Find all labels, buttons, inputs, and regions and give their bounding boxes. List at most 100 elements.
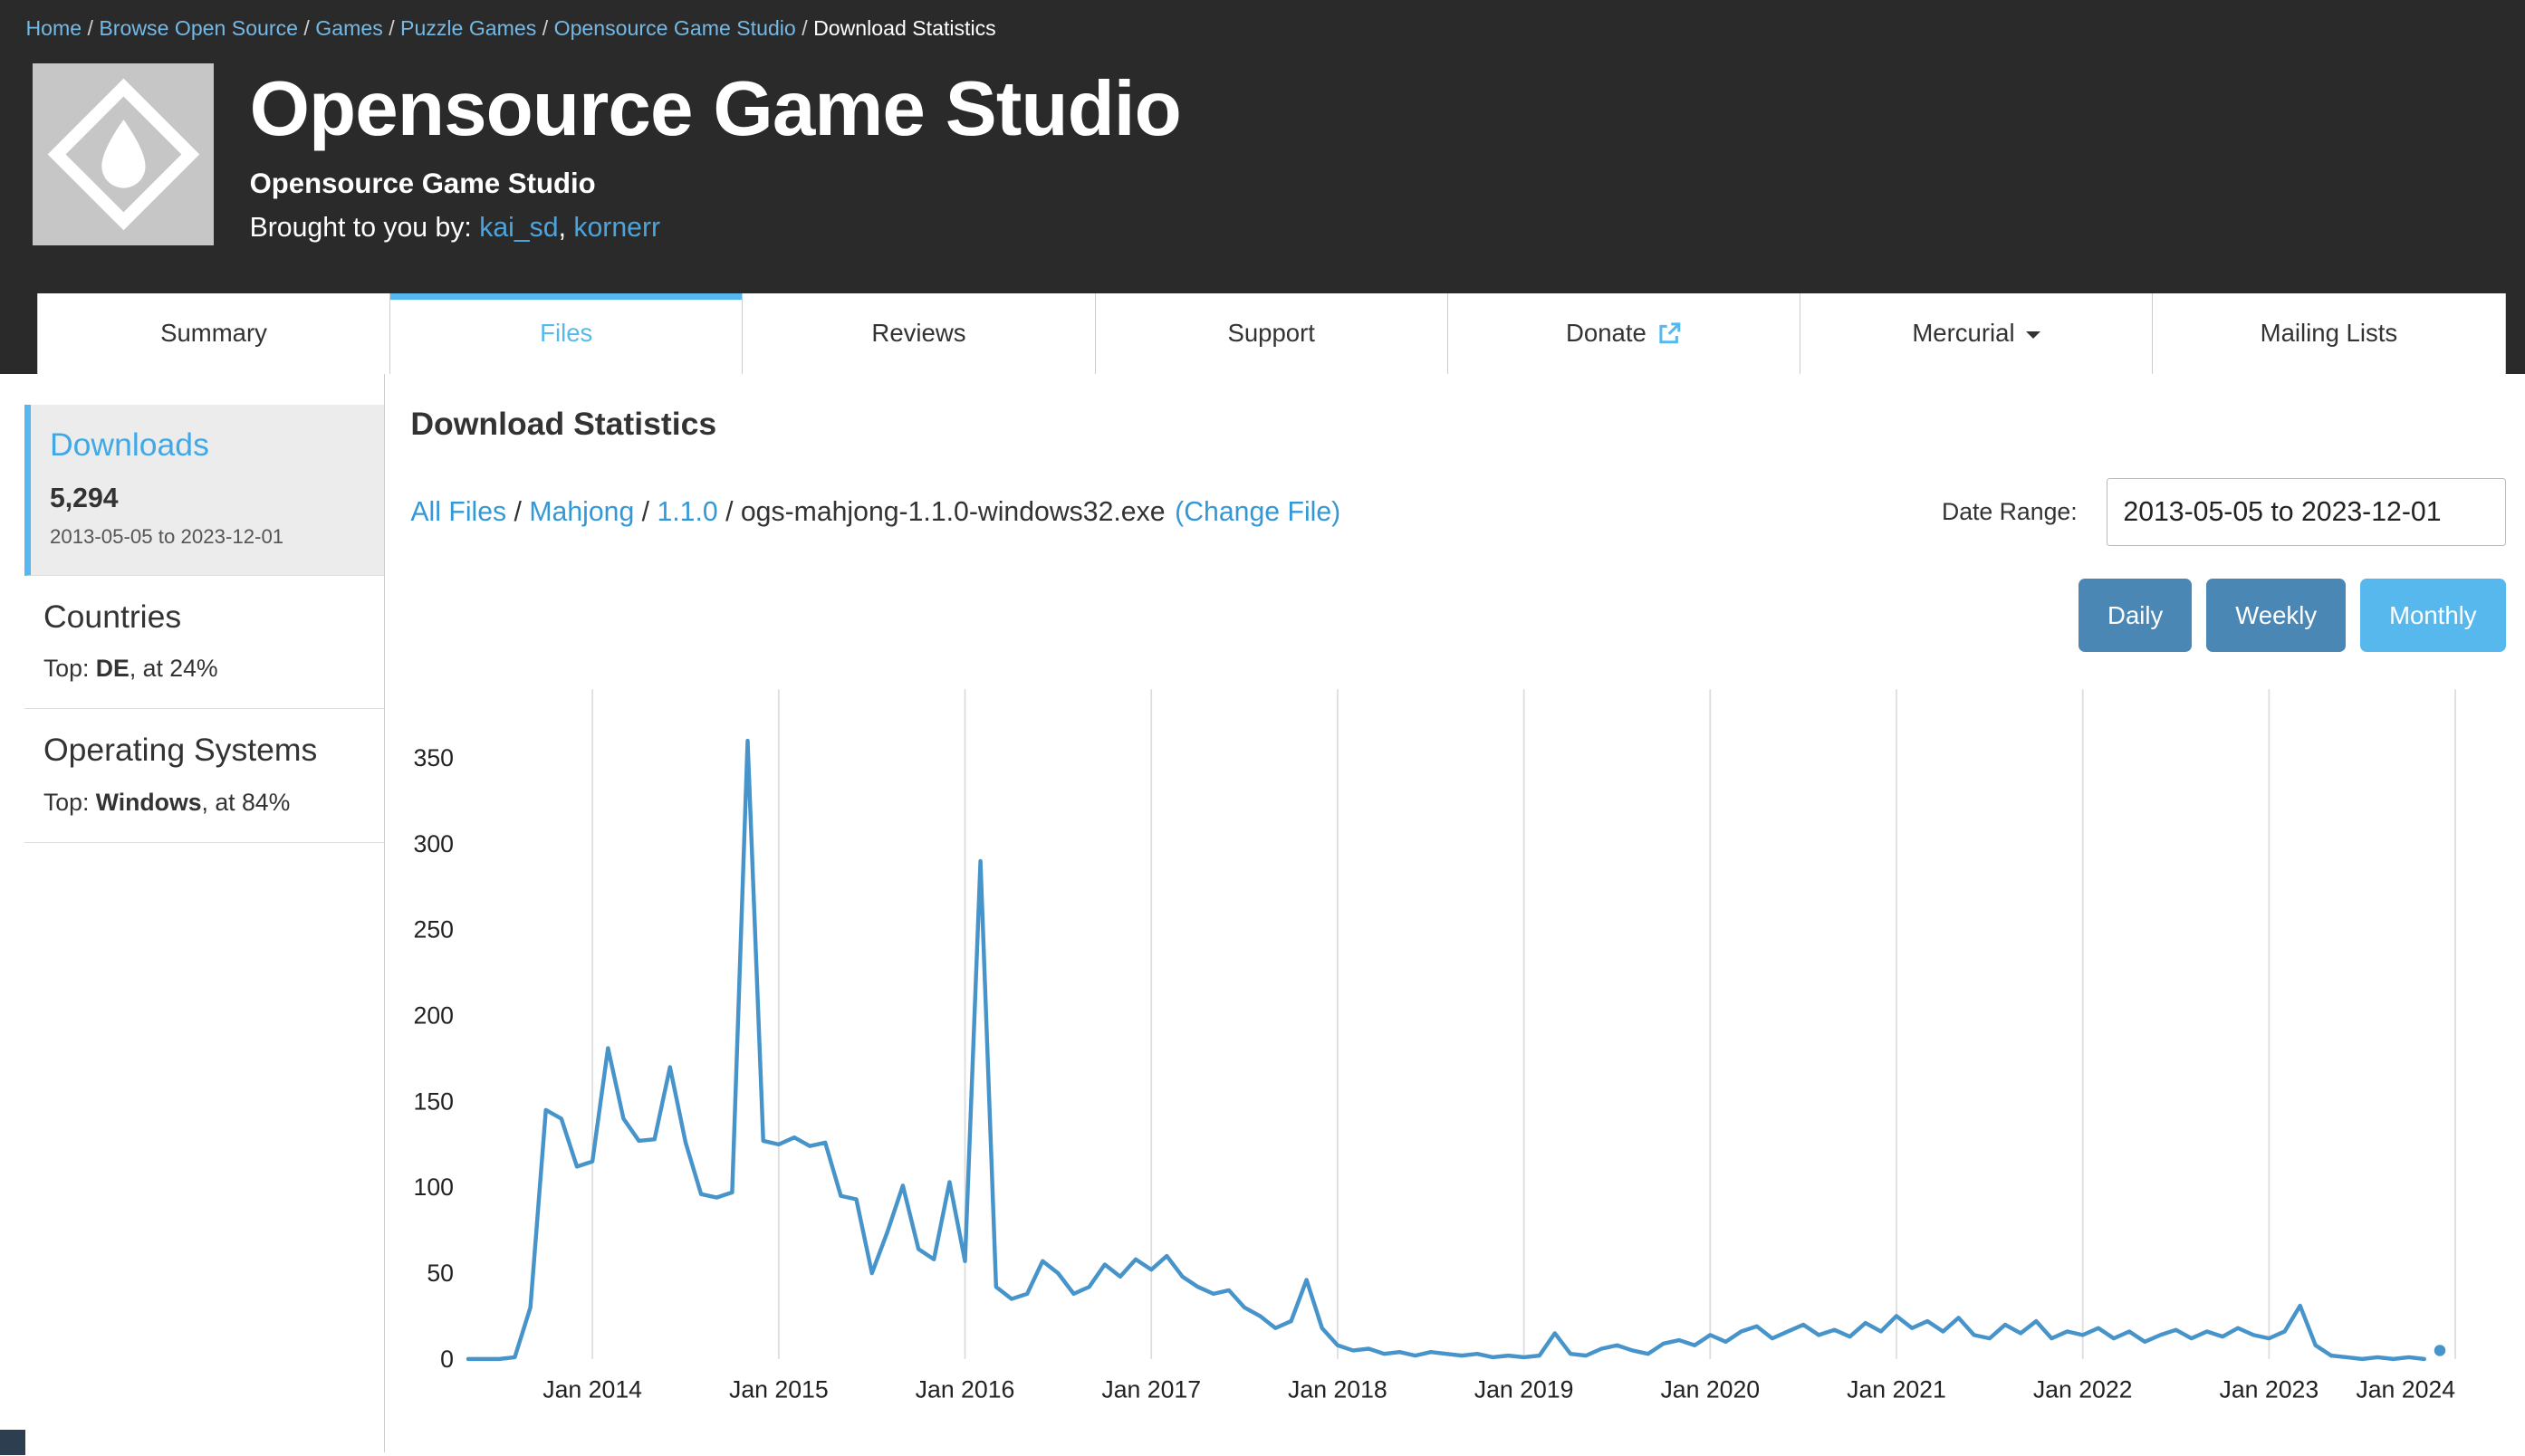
tab-label: Summary [160,319,267,348]
breadcrumb-link-browse[interactable]: Browse Open Source [99,16,298,40]
file-path-all-files-link[interactable]: All Files [410,497,506,527]
breadcrumb-separator: / [298,16,315,40]
top-prefix: Top: [43,789,96,816]
svg-text:Jan 2018: Jan 2018 [1288,1376,1387,1403]
path-separator: / [506,497,529,527]
top-suffix: , at 24% [130,655,218,682]
svg-text:250: 250 [414,916,454,944]
project-title: Opensource Game Studio [250,66,1181,153]
granularity-buttons: Daily Weekly Monthly [410,579,2505,653]
path-separator: / [634,497,657,527]
top-os: Windows [96,789,202,816]
tab-reviews[interactable]: Reviews [743,293,1095,374]
change-file-link[interactable]: (Change File) [1175,497,1340,527]
stats-sidebar: Downloads 5,294 2013-05-05 to 2023-12-01… [0,374,385,1452]
date-range-input[interactable] [2107,478,2506,546]
breadcrumb-link-project[interactable]: Opensource Game Studio [554,16,796,40]
maintainer-link-kai-sd[interactable]: kai_sd [479,213,558,243]
breadcrumb: Home / Browse Open Source / Games / Puzz… [0,0,2525,53]
countries-top-stat: Top: DE, at 24% [43,655,365,683]
file-path-row: All Files / Mahjong / 1.1.0 / ogs-mahjon… [410,478,2505,546]
file-path: All Files / Mahjong / 1.1.0 / ogs-mahjon… [410,497,1340,528]
caret-down-icon [2026,331,2040,339]
date-range-control: Date Range: [1942,478,2506,546]
tab-mailing-lists[interactable]: Mailing Lists [2153,293,2505,374]
maintainer-separator: , [559,213,574,243]
breadcrumb-separator: / [82,16,99,40]
svg-text:Jan 2022: Jan 2022 [2033,1376,2133,1403]
svg-text:Jan 2017: Jan 2017 [1102,1376,1202,1403]
tab-summary[interactable]: Summary [37,293,390,374]
tab-label: Reviews [871,319,965,348]
sidebar-item-downloads[interactable]: Downloads 5,294 2013-05-05 to 2023-12-01 [24,405,384,576]
file-path-mahjong-link[interactable]: Mahjong [529,497,634,527]
svg-text:150: 150 [414,1087,454,1115]
stats-main: Download Statistics All Files / Mahjong … [385,374,2525,1452]
sidebar-os-title[interactable]: Operating Systems [43,732,365,769]
brought-by-label: Brought to you by: [250,213,472,243]
file-path-version-link[interactable]: 1.1.0 [657,497,717,527]
breadcrumb-link-puzzle-games[interactable]: Puzzle Games [400,16,536,40]
svg-text:Jan 2014: Jan 2014 [543,1376,643,1403]
breadcrumb-link-games[interactable]: Games [315,16,383,40]
svg-text:350: 350 [414,744,454,771]
svg-text:Jan 2020: Jan 2020 [1661,1376,1761,1403]
svg-text:300: 300 [414,830,454,857]
footer-corner-chip [0,1430,25,1455]
tab-donate[interactable]: Donate [1448,293,1800,374]
top-prefix: Top: [43,655,96,682]
page: Home / Browse Open Source / Games / Puzz… [0,0,2525,1455]
breadcrumb-current: Download Statistics [813,16,996,40]
project-header: Opensource Game Studio Opensource Game S… [0,53,2525,245]
content-area: Downloads 5,294 2013-05-05 to 2023-12-01… [0,374,2525,1452]
os-top-stat: Top: Windows, at 84% [43,789,365,817]
svg-text:200: 200 [414,1002,454,1030]
breadcrumb-separator: / [796,16,813,40]
svg-text:Jan 2016: Jan 2016 [916,1376,1015,1403]
tab-label: Support [1227,319,1314,348]
sidebar-downloads-title[interactable]: Downloads [50,426,365,464]
date-range-label: Date Range: [1942,498,2078,526]
top-country: DE [96,655,130,682]
svg-text:Jan 2021: Jan 2021 [1848,1376,1947,1403]
svg-text:50: 50 [427,1260,455,1287]
tab-support[interactable]: Support [1096,293,1448,374]
daily-button[interactable]: Daily [2079,579,2192,653]
downloads-date-range: 2013-05-05 to 2023-12-01 [50,525,365,549]
sidebar-item-countries[interactable]: Countries Top: DE, at 24% [24,576,384,710]
external-link-icon [1657,321,1682,346]
sidebar-countries-title[interactable]: Countries [43,599,365,636]
project-logo [33,63,215,245]
project-text: Opensource Game Studio Opensource Game S… [250,63,1181,245]
downloads-chart-container: Jan 2014 Jan 2015 Jan 2016 Jan 2017 Jan 2018… [410,676,2505,1424]
svg-text:Jan 2023: Jan 2023 [2220,1376,2319,1403]
top-suffix: , at 84% [202,789,291,816]
breadcrumb-separator: / [536,16,553,40]
tab-label: Donate [1566,319,1647,348]
project-tabs: Summary Files Reviews Support Donate Mer… [37,293,2506,374]
downloads-count: 5,294 [50,484,365,514]
breadcrumb-separator: / [383,16,400,40]
project-subtitle: Opensource Game Studio [250,168,1181,200]
svg-text:100: 100 [414,1173,454,1201]
weekly-button[interactable]: Weekly [2206,579,2346,653]
page-title: Download Statistics [410,406,2505,443]
tab-label: Files [540,319,592,348]
tab-label: Mercurial [1912,319,2014,348]
tab-files[interactable]: Files [390,293,743,374]
site-header: Home / Browse Open Source / Games / Puzz… [0,0,2525,374]
svg-text:Jan 2024: Jan 2024 [2357,1376,2456,1403]
path-separator: / [718,497,741,527]
svg-text:Jan 2015: Jan 2015 [729,1376,829,1403]
svg-text:0: 0 [441,1346,455,1373]
breadcrumb-link-home[interactable]: Home [25,16,82,40]
tab-label: Mailing Lists [2261,319,2398,348]
sidebar-item-operating-systems[interactable]: Operating Systems Top: Windows, at 84% [24,709,384,843]
downloads-line-chart: Jan 2014 Jan 2015 Jan 2016 Jan 2017 Jan 2018… [410,676,2472,1417]
file-name: ogs-mahjong-1.1.0-windows32.exe [741,497,1166,527]
project-maintainers: Brought to you by: kai_sd, kornerr [250,213,1181,244]
monthly-button[interactable]: Monthly [2360,579,2505,653]
maintainer-link-kornerr[interactable]: kornerr [573,213,660,243]
tab-mercurial[interactable]: Mercurial [1800,293,2153,374]
droplet-diamond-icon [33,63,215,245]
